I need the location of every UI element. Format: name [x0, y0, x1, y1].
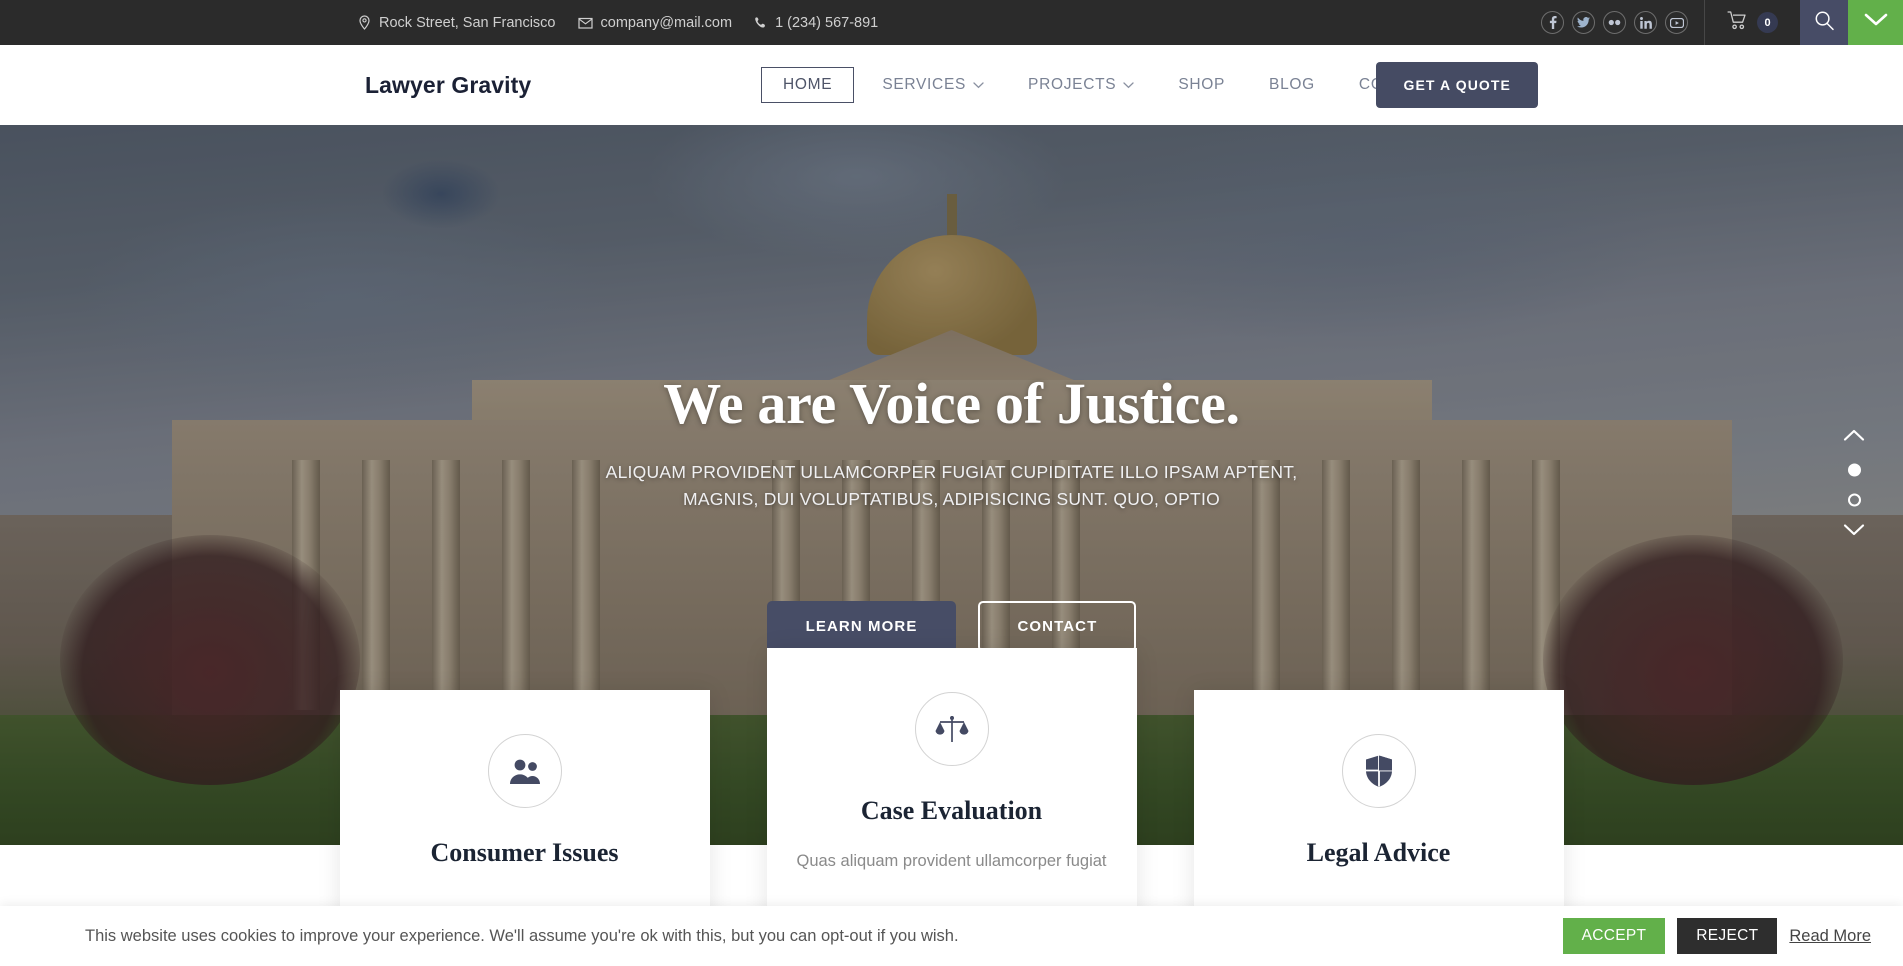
email-item[interactable]: company@mail.com: [577, 14, 733, 31]
slider-dot-2[interactable]: [1847, 493, 1861, 507]
email-text: company@mail.com: [600, 14, 733, 31]
shopping-cart-icon: [1727, 10, 1748, 35]
search-button[interactable]: [1800, 0, 1848, 45]
nav-item-services[interactable]: SERVICES: [860, 67, 1006, 103]
nav-label-services: SERVICES: [882, 76, 967, 93]
reject-cookies-button[interactable]: REJECT: [1677, 918, 1778, 954]
cookie-message: This website uses cookies to improve you…: [85, 926, 959, 945]
linkedin-icon[interactable]: [1634, 11, 1657, 34]
hero-cta-group: LEARN MORE CONTACT: [766, 601, 1137, 653]
twitter-icon[interactable]: [1572, 11, 1595, 34]
service-card-text: Quas aliquam provident ullamcorper fugia…: [796, 852, 1107, 870]
nav-label-projects: PROJECTS: [1028, 76, 1117, 93]
service-card-title: Consumer Issues: [430, 838, 619, 867]
top-bar-utilities: 0: [1541, 0, 1903, 45]
service-card-title: Case Evaluation: [860, 796, 1043, 825]
social-links: [1541, 0, 1705, 45]
phone-text: 1 (234) 567-891: [775, 14, 879, 31]
service-card-title: Legal Advice: [1306, 838, 1451, 867]
service-cards: Consumer Issues Case Evaluation Quas ali…: [0, 648, 1903, 931]
youtube-icon[interactable]: [1665, 11, 1688, 34]
users-icon: [487, 734, 562, 808]
hero-subtitle: ALIQUAM PROVIDENT ULLAMCORPER FUGIAT CUP…: [605, 462, 1298, 510]
service-card-legal-advice[interactable]: Legal Advice: [1193, 690, 1564, 930]
nav-label-shop: SHOP: [1178, 76, 1226, 93]
nav-item-shop[interactable]: SHOP: [1156, 67, 1247, 103]
read-more-link[interactable]: Read More: [1789, 927, 1871, 946]
phone-icon: [754, 16, 767, 30]
service-card-case-evaluation[interactable]: Case Evaluation Quas aliquam provident u…: [766, 648, 1137, 931]
facebook-icon[interactable]: [1541, 11, 1564, 34]
contact-button[interactable]: CONTACT: [978, 601, 1137, 653]
cookie-consent-bar: This website uses cookies to improve you…: [0, 906, 1903, 966]
main-navigation: HOME SERVICES PROJECTS SHOP BLOG CONTACT: [755, 67, 1460, 103]
flickr-icon[interactable]: [1603, 11, 1626, 34]
map-pin-icon: [358, 15, 371, 30]
nav-item-home[interactable]: HOME: [761, 67, 855, 103]
site-header: Lawyer Gravity HOME SERVICES PROJECTS SH…: [0, 45, 1903, 125]
nav-label-blog: BLOG: [1269, 76, 1315, 93]
chevron-down-icon: [973, 76, 984, 94]
address-text: Rock Street, San Francisco: [379, 14, 556, 31]
top-bar: Rock Street, San Francisco company@mail.…: [0, 0, 1903, 45]
hero-title: We are Voice of Justice.: [663, 371, 1240, 436]
chevron-down-icon: [1864, 13, 1888, 32]
search-icon: [1814, 10, 1835, 36]
cookie-actions: ACCEPT REJECT Read More: [1562, 918, 1871, 954]
phone-item[interactable]: 1 (234) 567-891: [754, 15, 878, 31]
service-card-consumer-issues[interactable]: Consumer Issues: [339, 690, 710, 930]
nav-label-home: HOME: [783, 76, 833, 93]
nav-item-projects[interactable]: PROJECTS: [1006, 67, 1156, 103]
shield-icon: [1341, 734, 1416, 808]
slider-dot-1[interactable]: [1847, 463, 1861, 477]
chevron-down-icon: [1123, 76, 1134, 94]
get-a-quote-button[interactable]: GET A QUOTE: [1376, 62, 1538, 108]
envelope-icon: [577, 17, 593, 29]
cart-widget[interactable]: 0: [1705, 0, 1800, 45]
top-bar-contact-info: Rock Street, San Francisco company@mail.…: [358, 15, 878, 31]
learn-more-button[interactable]: LEARN MORE: [766, 601, 957, 653]
slider-navigation: [1843, 429, 1865, 542]
address-item: Rock Street, San Francisco: [358, 15, 556, 31]
accept-cookies-button[interactable]: ACCEPT: [1562, 918, 1666, 954]
scales-of-justice-icon: [914, 692, 989, 766]
site-logo[interactable]: Lawyer Gravity: [365, 72, 531, 99]
cart-count-badge: 0: [1757, 12, 1778, 33]
nav-item-blog[interactable]: BLOG: [1247, 67, 1337, 103]
chevron-down-icon[interactable]: [1843, 524, 1865, 542]
notice-collapse-tab[interactable]: [1848, 0, 1903, 45]
chevron-up-icon[interactable]: [1843, 429, 1865, 447]
